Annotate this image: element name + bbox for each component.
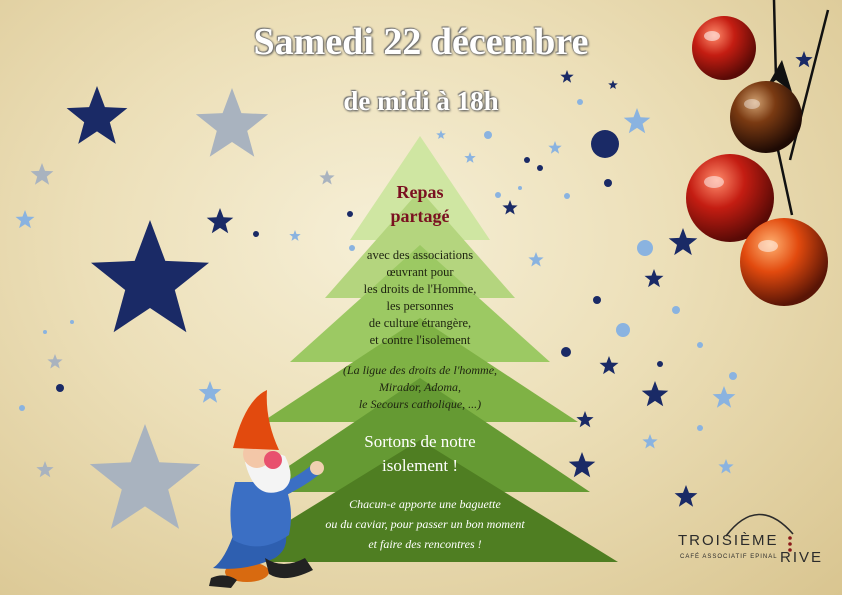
text-line: les droits de l'Homme, bbox=[363, 282, 477, 296]
logo-word-1: TROISIÈME bbox=[678, 532, 779, 549]
associations-text: avec des associations œuvrant pour les d… bbox=[330, 247, 510, 349]
text-line: Mirador, Adoma, bbox=[378, 380, 462, 394]
logo-tagline: CAFÉ ASSOCIATIF EPINAL bbox=[680, 554, 778, 560]
event-hours: de midi à 18h bbox=[343, 86, 499, 116]
slogan-text: Sortons de notre isolement ! bbox=[310, 430, 530, 478]
text-line: et contre l'isolement bbox=[369, 333, 471, 347]
heading-line: partagé bbox=[390, 206, 450, 226]
logo-word-2: RIVE bbox=[780, 549, 824, 566]
text-line: avec des associations bbox=[366, 248, 474, 262]
text-line: isolement ! bbox=[381, 456, 458, 475]
text-line: les personnes bbox=[386, 299, 454, 313]
text-line: ou du caviar, pour passer un bon moment bbox=[325, 517, 525, 531]
poster: Samedi 22 décembre de midi à 18h Repas p… bbox=[0, 0, 842, 595]
gnome-figure bbox=[209, 390, 324, 588]
text-line: Chacun-e apporte une baguette bbox=[349, 497, 501, 511]
text-line: et faire des rencontres ! bbox=[368, 537, 482, 551]
heading-line: Repas bbox=[396, 182, 444, 202]
ornament-icon bbox=[740, 218, 828, 306]
troisieme-rive-logo: TROISIÈME RIVE CAFÉ ASSOCIATIF EPINAL bbox=[668, 494, 828, 574]
text-line: œuvrant pour bbox=[386, 265, 454, 279]
text-line: de culture étrangère, bbox=[368, 316, 472, 330]
tree-heading: Repas partagé bbox=[355, 180, 485, 228]
event-date: Samedi 22 décembre bbox=[253, 21, 589, 63]
text-line: (La ligue des droits de l'homme, bbox=[342, 363, 498, 377]
text-line: le Secours catholique, ...) bbox=[358, 397, 482, 411]
partners-text: (La ligue des droits de l'homme, Mirador… bbox=[310, 362, 530, 413]
invite-text: Chacun-e apporte une baguette ou du cavi… bbox=[300, 494, 550, 554]
text-line: Sortons de notre bbox=[364, 432, 476, 451]
